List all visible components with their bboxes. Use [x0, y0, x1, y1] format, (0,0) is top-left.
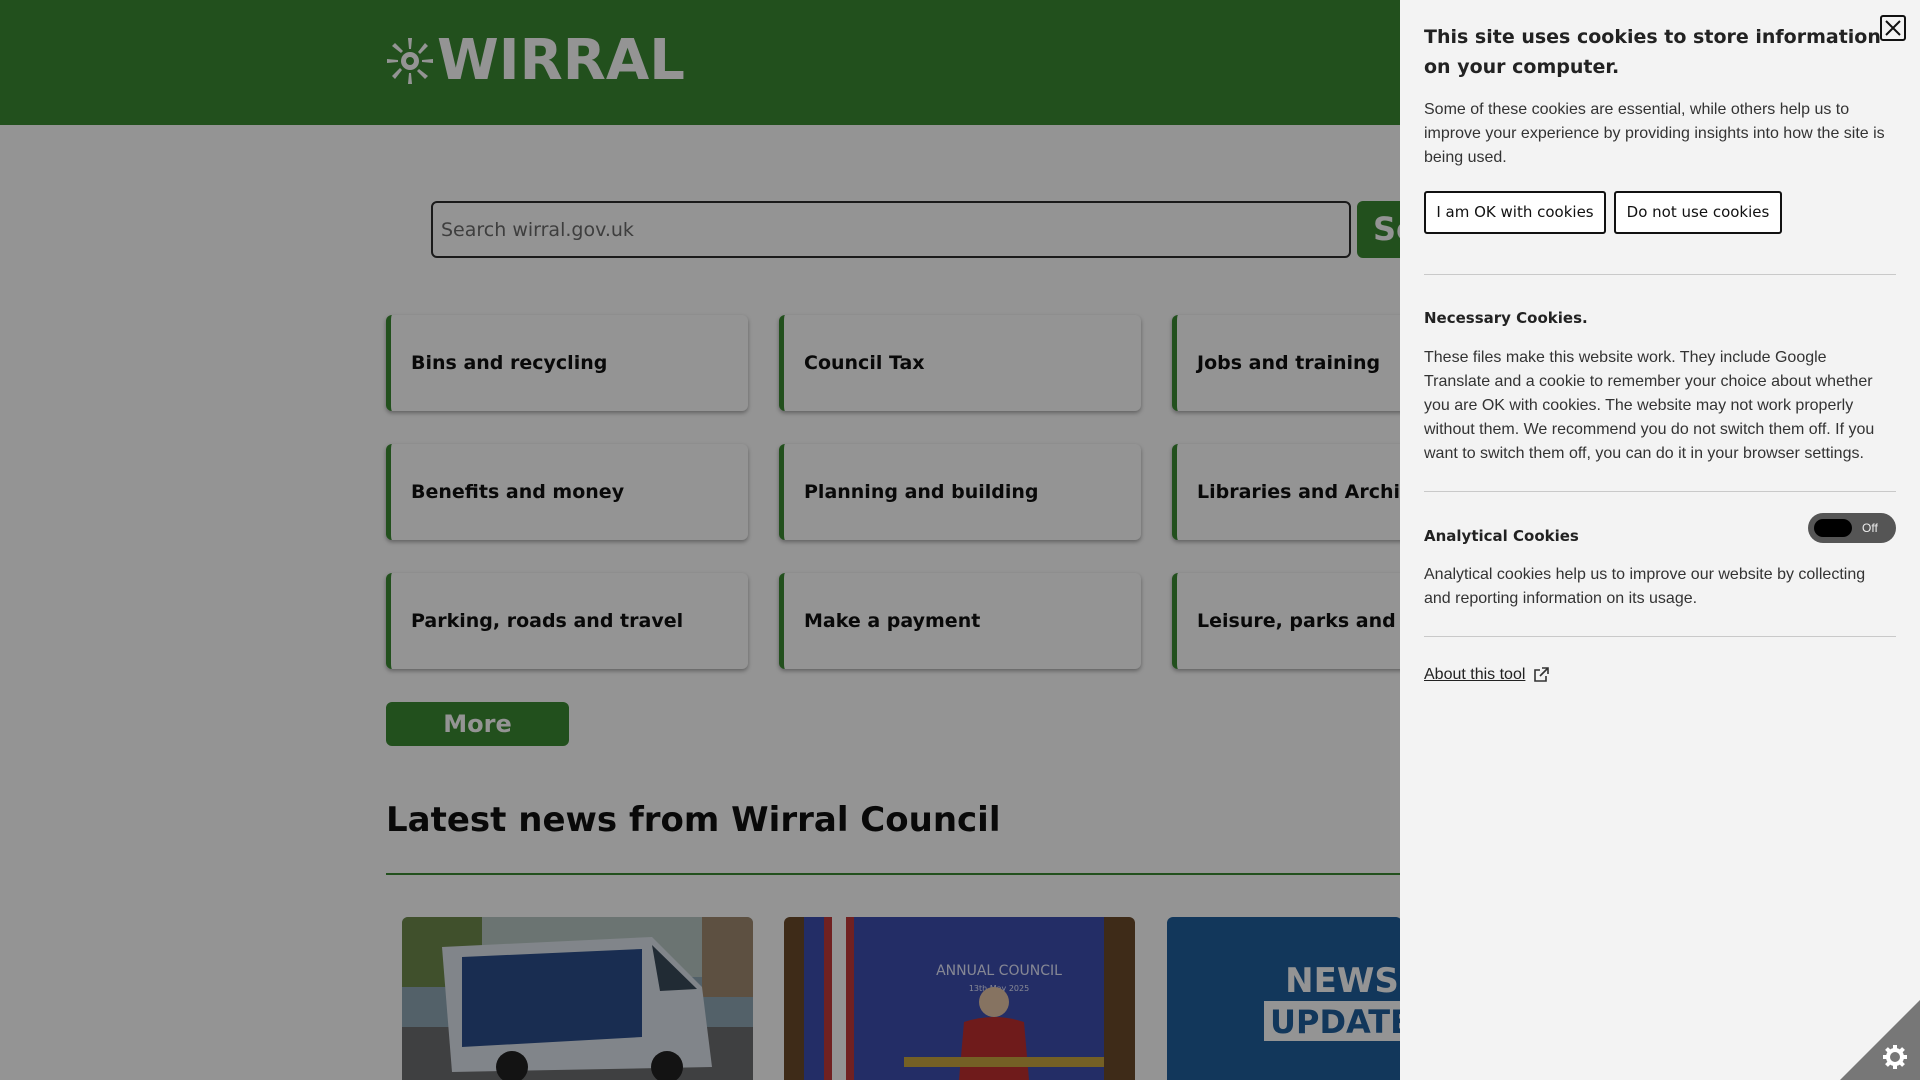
toggle-knob	[1814, 519, 1852, 537]
divider	[1424, 274, 1896, 275]
about-this-tool-link[interactable]: About this tool	[1424, 666, 1525, 684]
analytical-cookies-toggle[interactable]: Off	[1808, 513, 1896, 543]
necessary-cookies-heading: Necessary Cookies.	[1424, 309, 1588, 327]
analytical-cookies-text: Analytical cookies help us to improve ou…	[1424, 566, 1866, 607]
cookie-panel-intro: Some of these cookies are essential, whi…	[1424, 101, 1885, 166]
divider	[1424, 491, 1896, 492]
cookie-settings-corner[interactable]	[1840, 1000, 1920, 1080]
analytical-cookies-heading: Analytical Cookies	[1424, 527, 1579, 545]
divider	[1424, 636, 1896, 637]
cookie-panel-title: This site uses cookies to store informat…	[1424, 26, 1881, 78]
necessary-cookies-text: These files make this website work. They…	[1424, 349, 1875, 462]
toggle-state-label: Off	[1862, 521, 1878, 535]
external-link-icon	[1534, 667, 1549, 682]
reject-cookies-button[interactable]: Do not use cookies	[1614, 191, 1782, 234]
accept-cookies-button[interactable]: I am OK with cookies	[1424, 191, 1606, 234]
